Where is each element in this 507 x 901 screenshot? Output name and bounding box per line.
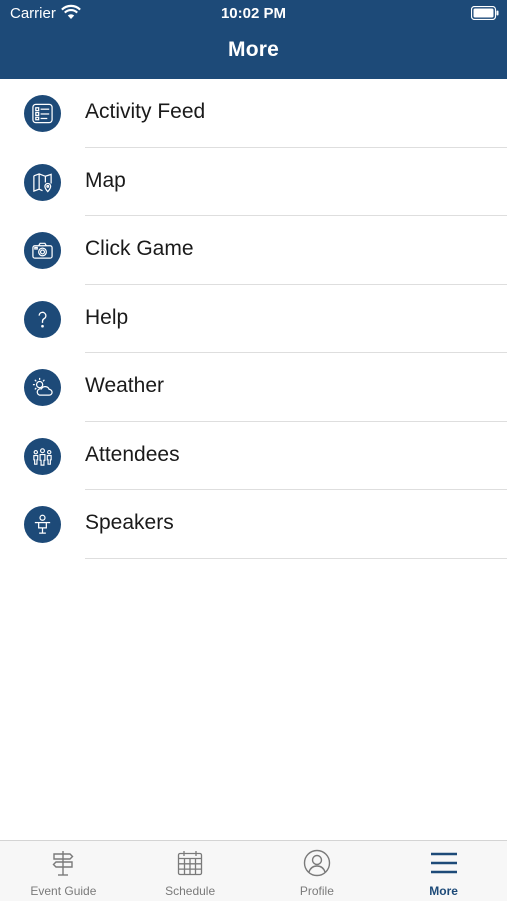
divider	[85, 557, 507, 559]
profile-icon	[303, 849, 331, 877]
signpost-icon	[52, 851, 74, 876]
menu-item-speakers[interactable]: Speakers	[0, 490, 507, 559]
menu-item-map[interactable]: Map	[0, 148, 507, 216]
tab-schedule[interactable]: Schedule	[127, 841, 254, 901]
navigation-header: Carrier 10:02 PM More	[0, 0, 507, 79]
menu-item-label: Speakers	[85, 511, 174, 534]
clock-time: 10:02 PM	[220, 5, 287, 22]
hamburger-menu-icon	[430, 852, 457, 874]
menu-item-label: Map	[85, 168, 126, 192]
question-icon	[24, 300, 61, 338]
menu-item-label: Help	[85, 305, 129, 329]
page-title: More	[228, 38, 279, 61]
speaker-icon	[24, 506, 61, 543]
tab-label: Schedule	[165, 884, 216, 898]
camera-icon	[24, 232, 61, 269]
status-bar: Carrier 10:02 PM	[0, 0, 507, 28]
menu-item-weather[interactable]: Weather	[0, 353, 507, 422]
tab-more[interactable]: More	[380, 841, 507, 901]
battery-icon	[471, 6, 499, 20]
map-icon	[24, 163, 61, 201]
tab-label: Event Guide	[30, 884, 97, 898]
menu-item-click-game[interactable]: Click Game	[0, 216, 507, 285]
weather-icon	[24, 369, 61, 406]
menu-item-label: Attendees	[85, 442, 180, 466]
tab-label: Profile	[299, 884, 334, 898]
tab-bar: Event Guide Schedule Profile More	[0, 840, 507, 901]
menu-item-attendees[interactable]: Attendees	[0, 422, 507, 490]
menu-item-activity-feed[interactable]: Activity Feed	[0, 79, 507, 148]
attendees-icon	[24, 437, 61, 475]
activity-feed-icon	[24, 95, 61, 132]
menu-item-label: Activity Feed	[85, 100, 206, 123]
menu-item-label: Weather	[85, 374, 164, 397]
menu-item-label: Click Game	[85, 237, 194, 260]
tab-profile[interactable]: Profile	[254, 841, 381, 901]
more-menu-list: Activity Feed Map Click Game Help Weathe…	[0, 79, 507, 559]
tab-label: More	[429, 884, 458, 898]
tab-event-guide[interactable]: Event Guide	[0, 841, 127, 901]
menu-item-help[interactable]: Help	[0, 285, 507, 353]
calendar-icon	[177, 851, 203, 876]
